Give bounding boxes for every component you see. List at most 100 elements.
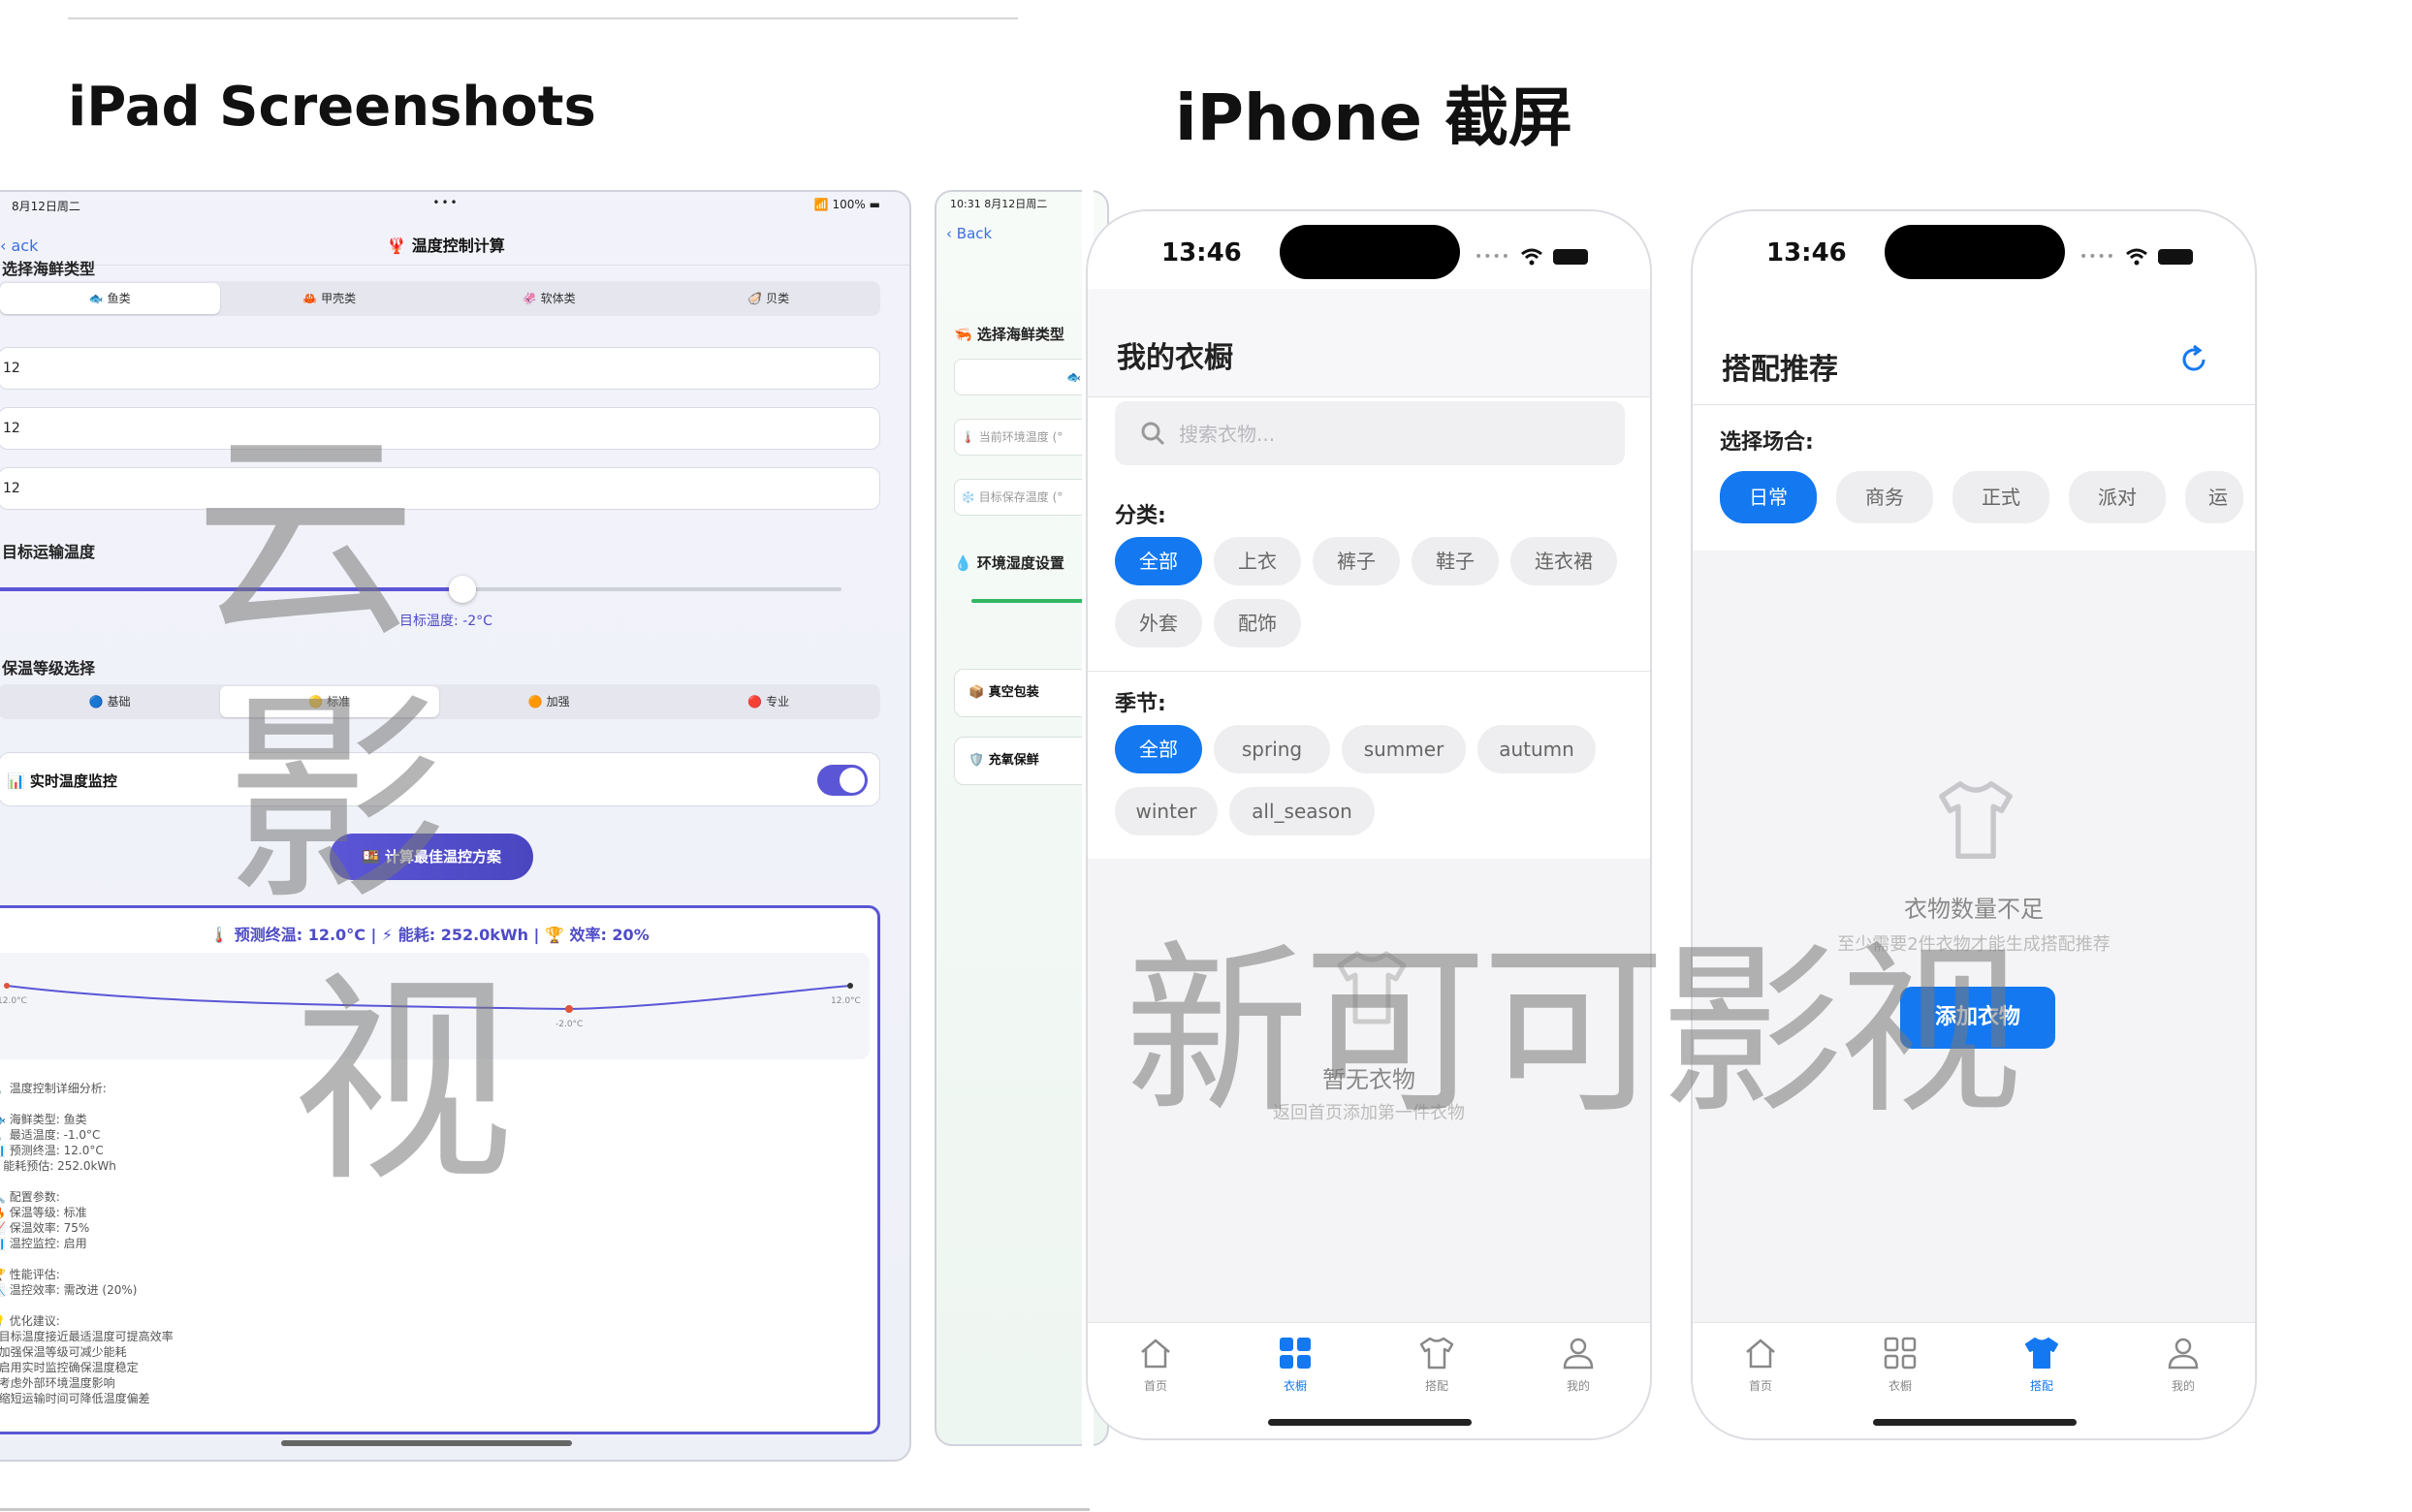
analysis-line xyxy=(0,1251,670,1267)
analysis-line: 📊 温控监控: 启用 xyxy=(0,1237,87,1250)
person-icon xyxy=(2168,1338,2199,1370)
status-time: 13:46 xyxy=(1161,238,1242,268)
tshirt-icon xyxy=(1419,1337,1454,1370)
signal-icon: •••• xyxy=(2079,249,2115,265)
tab-home[interactable]: 首页 xyxy=(1712,1335,1809,1394)
tab-profile[interactable]: 我的 xyxy=(2135,1335,2232,1394)
page-title: 搭配推荐 xyxy=(1722,353,1838,387)
occasion-chip[interactable]: 商务 xyxy=(1836,471,1933,523)
input-field[interactable]: 12 xyxy=(0,347,880,390)
home-indicator[interactable] xyxy=(1268,1419,1472,1426)
page-header: 我的衣橱 xyxy=(1088,289,1650,397)
input-field[interactable]: 12 xyxy=(0,407,880,450)
tshirt-icon xyxy=(1939,781,2013,859)
tab-label: 我的 xyxy=(2171,1379,2195,1393)
home-indicator[interactable] xyxy=(281,1440,572,1446)
analysis-line: · 加强保温等级可减少能耗 xyxy=(0,1345,127,1359)
search-input[interactable]: 搜索衣物... xyxy=(1115,401,1625,465)
search-placeholder: 搜索衣物... xyxy=(1179,423,1276,446)
person-icon xyxy=(1563,1338,1594,1370)
tab-label: 搭配 xyxy=(1424,1379,1448,1393)
occasion-chip[interactable]: 日常 xyxy=(1720,471,1817,523)
back-button[interactable]: ‹ Back xyxy=(946,225,992,242)
target-temp-label: 目标运输温度 xyxy=(2,543,96,561)
iphone-section-title: iPhone 截屏 xyxy=(1175,80,1573,155)
tab-wardrobe[interactable]: 衣橱 xyxy=(1247,1335,1344,1394)
season-chip[interactable]: winter xyxy=(1115,787,1218,835)
species-option[interactable]: 🦪 贝类 xyxy=(659,283,879,314)
grid-icon xyxy=(1884,1337,1917,1370)
insulation-option[interactable]: 🔴 专业 xyxy=(659,686,879,717)
category-chip[interactable]: 连衣裙 xyxy=(1510,537,1617,585)
category-chip[interactable]: 鞋子 xyxy=(1412,537,1499,585)
tab-label: 衣橱 xyxy=(1888,1379,1912,1393)
tab-home[interactable]: 首页 xyxy=(1107,1335,1204,1394)
species-option[interactable]: 🐟 鱼类 xyxy=(0,283,220,314)
tab-outfit[interactable]: 搭配 xyxy=(1993,1335,2090,1394)
status-bar: 8月12日周二 ••• 📶 100% ▬ xyxy=(12,196,880,219)
analysis-line: · 启用实时监控确保温度稳定 xyxy=(0,1361,139,1374)
watermark: 新可可影视 xyxy=(1125,925,2022,1139)
monitor-toggle[interactable] xyxy=(817,765,868,796)
insulation-option[interactable]: 🔵 基础 xyxy=(0,686,220,717)
battery-icon xyxy=(2158,249,2193,265)
category-chip[interactable]: 裤子 xyxy=(1313,537,1400,585)
status-icons: •••• xyxy=(2079,248,2193,266)
season-chip[interactable]: 全部 xyxy=(1115,725,1202,773)
category-chip[interactable]: 外套 xyxy=(1115,599,1202,647)
analysis-line: 💡 优化建议: xyxy=(0,1314,60,1328)
nav-title: 🦞 温度控制计算 xyxy=(387,236,505,255)
grid-icon xyxy=(1280,1338,1311,1369)
season-chip[interactable]: all_season xyxy=(1229,787,1375,835)
tab-outfit[interactable]: 搭配 xyxy=(1388,1335,1485,1394)
input-field[interactable]: 12 xyxy=(0,467,880,510)
occasion-chip[interactable]: 正式 xyxy=(1952,471,2049,523)
dynamic-island xyxy=(1885,225,2065,279)
dynamic-island xyxy=(1280,225,1460,279)
season-chip[interactable]: spring xyxy=(1214,725,1330,773)
tab-label: 我的 xyxy=(1566,1379,1590,1393)
species-option[interactable]: 🦀 甲壳类 xyxy=(220,283,440,314)
ipad-screenshot-main: 8月12日周二 ••• 📶 100% ▬ ‹ ack 🦞 温度控制计算 选择海鲜… xyxy=(0,190,911,1462)
analysis-line: · 考虑外部环境温度影响 xyxy=(0,1376,115,1390)
species-label: 选择海鲜类型 xyxy=(2,260,96,278)
season-chip[interactable]: autumn xyxy=(1477,725,1596,773)
insulation-option[interactable]: 🟠 加强 xyxy=(439,686,659,717)
slider-knob[interactable] xyxy=(448,576,476,603)
chart-label: 12.0°C xyxy=(831,996,861,1006)
multitask-dots[interactable]: ••• xyxy=(12,196,880,209)
signal-icon: •••• xyxy=(1474,249,1510,265)
home-icon xyxy=(1141,1339,1170,1369)
status-bar: 10:31 8月12日周二 xyxy=(950,198,1048,210)
occasion-chip[interactable]: 派对 xyxy=(2069,471,2166,523)
analysis-line: · 目标温度接近最适温度可提高效率 xyxy=(0,1330,174,1343)
category-chip[interactable]: 配饰 xyxy=(1214,599,1301,647)
top-divider xyxy=(68,17,1018,19)
tab-label: 首页 xyxy=(1748,1379,1772,1393)
species-option[interactable]: 🦑 软体类 xyxy=(439,283,659,314)
target-temp-caption: 目标温度: -2°C xyxy=(399,614,492,629)
analysis-line: · 缩短运输时间可降低温度偏差 xyxy=(0,1392,150,1405)
tab-label: 搭配 xyxy=(2029,1379,2053,1393)
occasion-chip[interactable]: 运 xyxy=(2185,471,2243,523)
category-chip[interactable]: 全部 xyxy=(1115,537,1202,585)
insulation-label: 保温等级选择 xyxy=(2,659,96,677)
home-indicator[interactable] xyxy=(1873,1419,2077,1426)
refresh-icon[interactable] xyxy=(2177,343,2210,376)
species-segmented-control: 🐟 鱼类 🦀 甲壳类 🦑 软体类 🦪 贝类 xyxy=(0,281,880,316)
species-label: 🦐 选择海鲜类型 xyxy=(954,326,1064,343)
wifi-icon xyxy=(2126,248,2147,266)
season-chip[interactable]: summer xyxy=(1342,725,1466,773)
tab-label: 衣橱 xyxy=(1283,1379,1307,1393)
battery-icon xyxy=(1553,249,1588,265)
status-time: 13:46 xyxy=(1766,238,1847,268)
iphone-outfit-screen: 13:46 •••• 搭配推荐 选择场合: 日常 商务 正式 派对 运 衣物数量… xyxy=(1691,209,2257,1440)
watermark: 影 xyxy=(225,673,449,931)
wifi-icon xyxy=(1521,248,1542,266)
bottom-divider xyxy=(0,1508,1090,1511)
tab-profile[interactable]: 我的 xyxy=(1530,1335,1627,1394)
divider xyxy=(1088,671,1650,672)
category-chip[interactable]: 上衣 xyxy=(1214,537,1301,585)
tab-wardrobe[interactable]: 衣橱 xyxy=(1852,1335,1949,1394)
target-temp-slider[interactable] xyxy=(0,576,841,603)
